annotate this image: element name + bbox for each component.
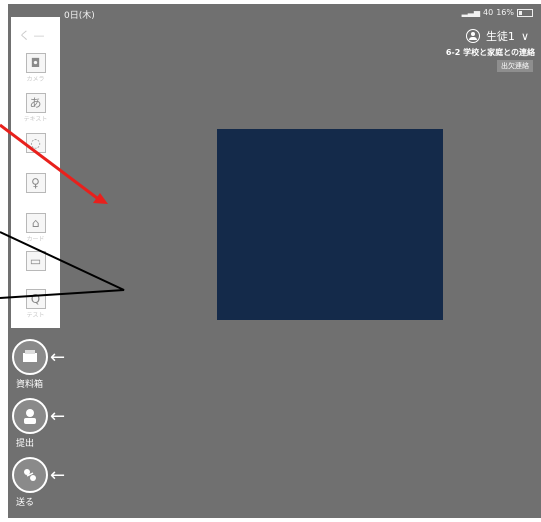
annotation-callout-pointer: [0, 231, 125, 299]
annotation-red-line: [0, 123, 98, 200]
annotation-overlay: [0, 123, 125, 299]
